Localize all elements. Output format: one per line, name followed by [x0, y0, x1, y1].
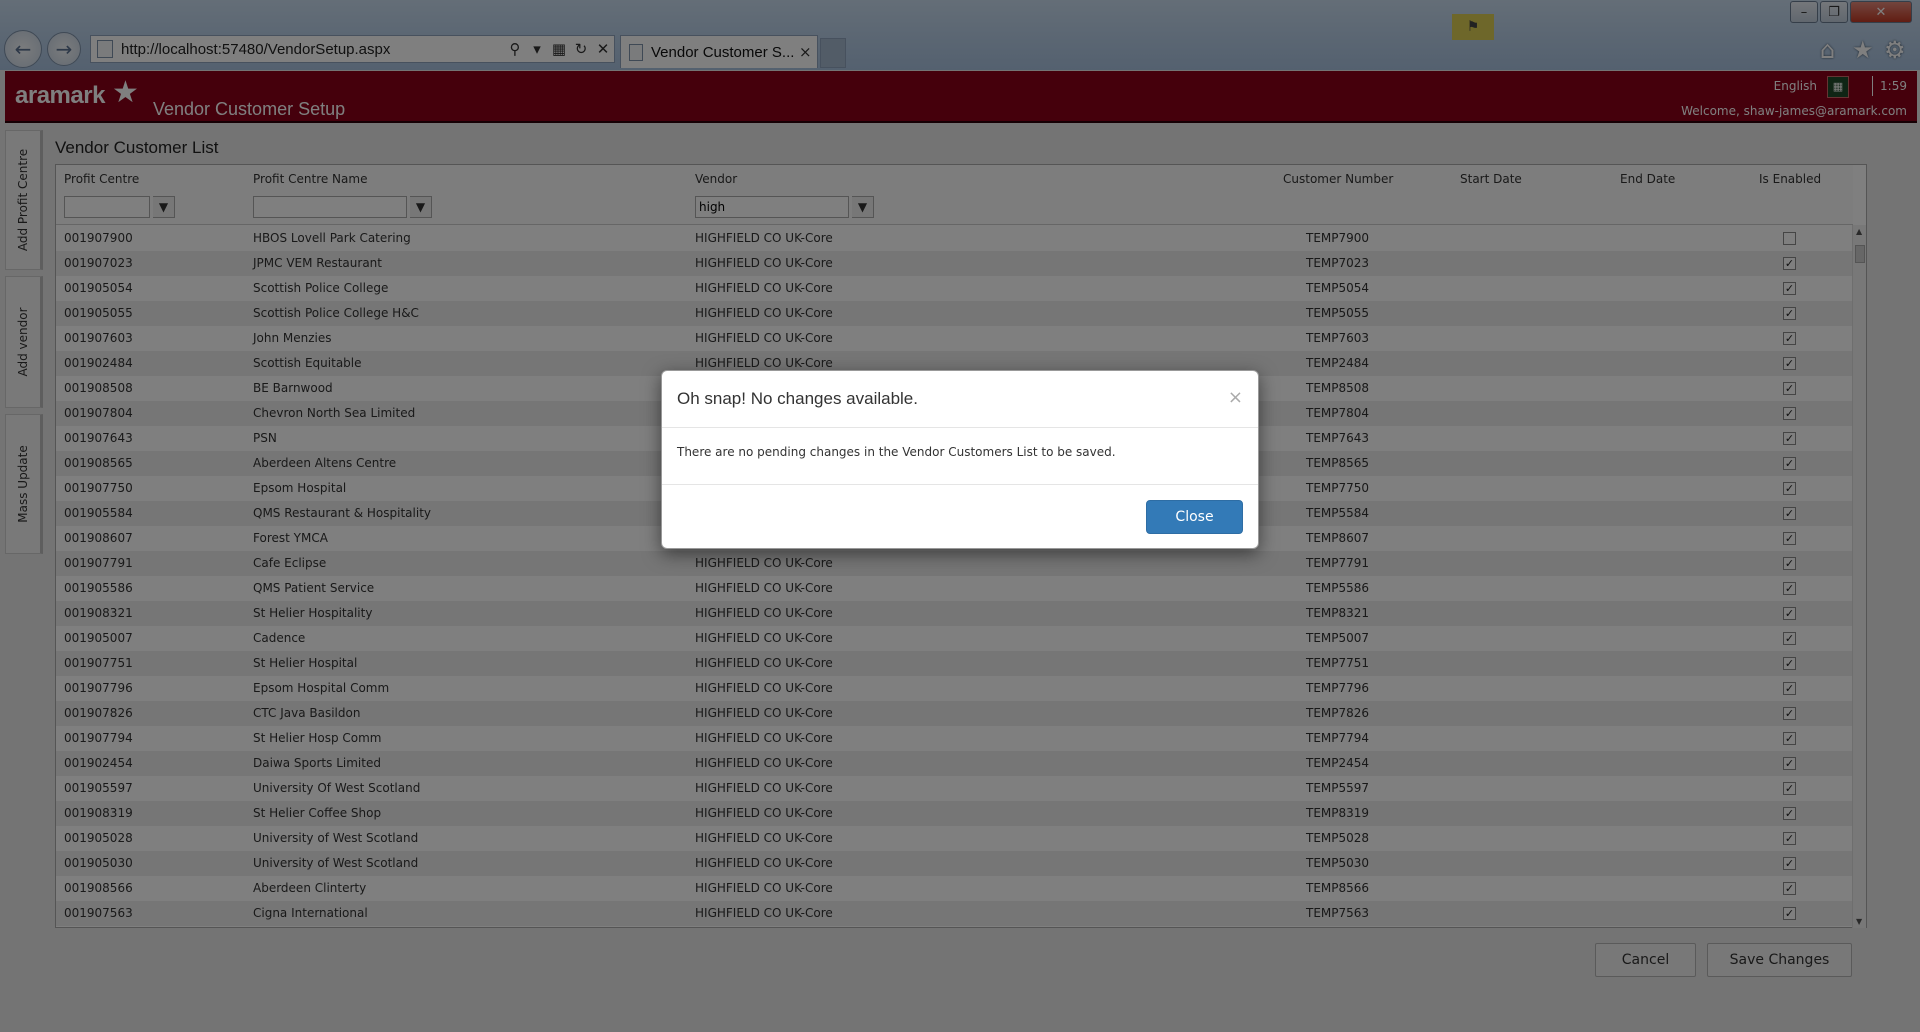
- modal-close-button[interactable]: Close: [1146, 500, 1243, 534]
- divider: [662, 427, 1258, 428]
- modal-message: There are no pending changes in the Vend…: [677, 445, 1116, 459]
- no-changes-dialog: Oh snap! No changes available. × There a…: [661, 370, 1259, 549]
- modal-title: Oh snap! No changes available.: [677, 389, 918, 408]
- close-icon[interactable]: ×: [1228, 387, 1243, 408]
- divider: [662, 484, 1258, 485]
